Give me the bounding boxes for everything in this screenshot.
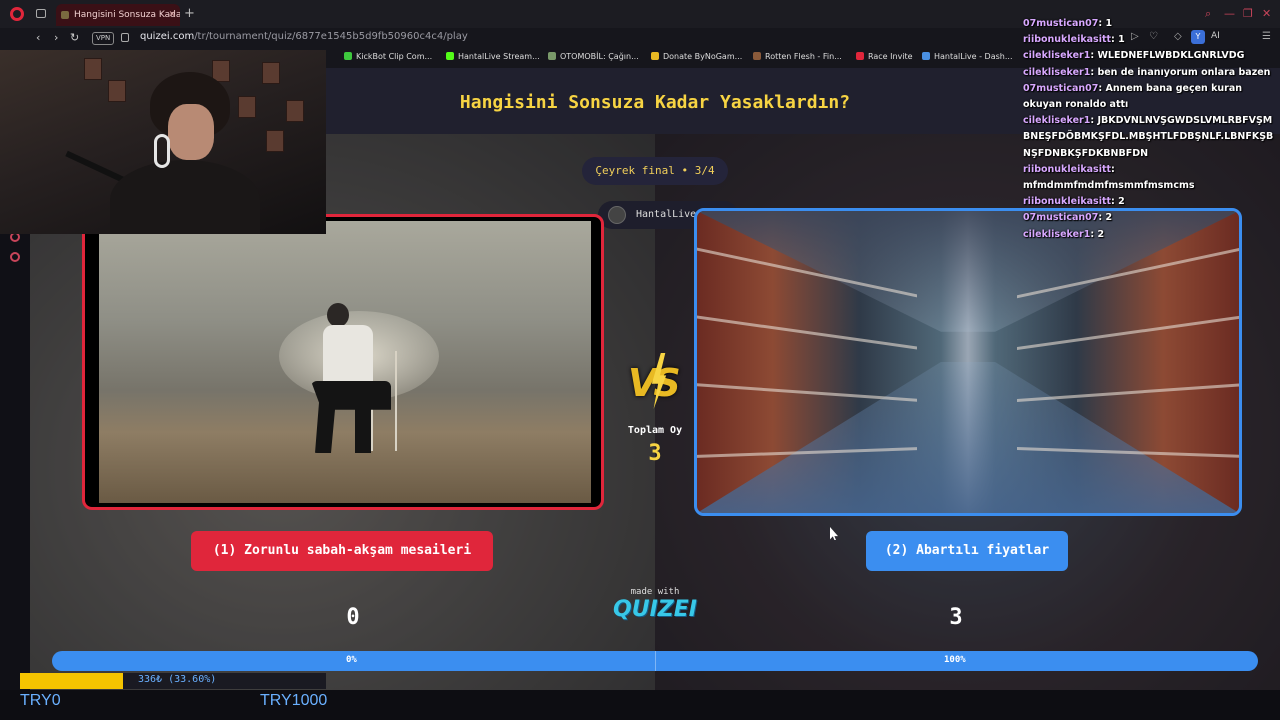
bookmark-favicon-icon [856,52,864,60]
forward-icon[interactable]: › [54,31,58,44]
workspace-icon[interactable] [36,9,46,18]
shelf [697,315,917,350]
headset-icon [154,134,170,168]
chat-message: riibonukleikasitt: 2 [1023,196,1125,208]
bookmark-item[interactable]: KickBot Clip Com... [344,52,432,61]
option-1-votes: 0 [346,605,360,630]
option-1-button[interactable]: (1) Zorunlu sabah-akşam mesaileri [191,531,493,571]
opera-logo-icon[interactable] [10,7,24,21]
shelf [1017,383,1239,402]
browser-tab-active[interactable]: Hangisini Sonsuza Kadar Y ✕ [56,4,180,26]
stream-chat: 07mustican07: 1 riibonukleikasitt: 1 cil… [1023,16,1277,243]
bookmark-item[interactable]: Race Invite [856,52,913,61]
bookmark-item[interactable]: OTOMOBİL: Çağın... [548,52,639,61]
option-1-card[interactable] [82,214,604,510]
reload-icon[interactable]: ↻ [70,31,79,44]
wall-poster [262,62,280,84]
aisle-floor [697,362,1239,513]
streamer-face [168,104,214,160]
new-tab-icon[interactable]: + [184,6,195,21]
round-indicator: Çeyrek final • 3/4 [582,157,728,185]
overlay-bottom-strip [0,690,1280,720]
chat-message: cilekliseker1: 2 [1023,228,1105,240]
man-body [323,325,373,385]
bookmark-item[interactable]: Donate ByNoGam... [651,52,742,61]
vote-progress-bar: 0% 100% [52,651,1258,671]
donation-goal-fill [20,673,123,689]
tab-title: Hangisini Sonsuza Kadar Y [74,10,180,20]
option-2-percent: 100% [944,655,966,665]
option-2-card[interactable] [694,208,1242,516]
goal-max-label: TRY1000 [260,692,328,709]
bookmark-item[interactable]: HantalLive Stream... [446,52,540,61]
vs-emblem: VS [624,353,688,413]
progress-divider [655,651,656,671]
total-votes-value: 3 [648,441,662,466]
shelf [697,383,917,402]
chat-message: riibonukleikasitt: mfmdmmfmdmfmsmmfmsmcm… [1023,163,1195,192]
donation-goal-text: 336₺ (33.60%) [138,674,217,685]
goal-min-label: TRY0 [20,692,61,709]
chat-message: 07mustican07: Annem bana geçen kuran oku… [1023,82,1243,111]
bookmark-favicon-icon [548,52,556,60]
screen: Hangisini Sonsuza Kadar Y ✕ + ⌕ — ❐ ✕ ‹ … [0,0,1280,720]
wall-poster [84,58,102,80]
option-1-percent: 0% [346,655,357,665]
bookmark-favicon-icon [651,52,659,60]
bookmark-favicon-icon [446,52,454,60]
vpn-badge[interactable]: VPN [92,32,115,45]
chat-message: cilekliseker1: WLEDNEFLWBDKLGNRLVDG [1023,50,1245,62]
tab-close-icon[interactable]: ✕ [168,4,176,26]
wall-poster [286,100,304,122]
chat-message: riibonukleikasitt: 1 [1023,34,1125,46]
settings-icon[interactable] [10,252,20,262]
made-with-label: made with [630,587,680,597]
back-icon[interactable]: ‹ [36,31,40,44]
url-domain: quizei.com [140,31,195,42]
man-head [327,303,349,327]
shelf [1017,314,1239,351]
webcam-overlay [0,50,326,234]
streamer-body [110,160,260,234]
url-field[interactable]: quizei.com/tr/tournament/quiz/6877e1545b… [140,31,468,42]
bookmark-favicon-icon [344,52,352,60]
bookmark-favicon-icon [922,52,930,60]
chat-message: 07mustican07: 2 [1023,212,1113,224]
wall-poster [108,80,126,102]
total-votes-label: Toplam Oy [627,425,683,436]
url-path: /tr/tournament/quiz/6877e1545b5d9fb50960… [194,31,468,42]
option-2-button[interactable]: (2) Abartılı fiyatlar [866,531,1068,571]
chat-message: cilekliseker1: ben de inanıyorum onlara … [1023,66,1271,78]
bookmark-favicon-icon [753,52,761,60]
wall-poster [238,96,256,118]
creator-name: HantalLive [636,209,697,220]
bookmark-item[interactable]: Rotten Flesh - Fin... [753,52,842,61]
bookmark-item[interactable]: HantalLive - Dash... [922,52,1013,61]
chat-message: 07mustican07: 1 [1023,18,1113,29]
lock-icon[interactable] [121,33,129,42]
wall-poster [266,130,284,152]
option-2-votes: 3 [949,605,963,630]
option-1-image [99,221,591,503]
quizei-logo[interactable]: QUIZEI [600,597,710,622]
chat-message: cilekliseker1: JBKDVNLNVŞGWDSLVMLRBFVŞMB… [1023,115,1274,159]
creator-avatar [608,206,626,224]
